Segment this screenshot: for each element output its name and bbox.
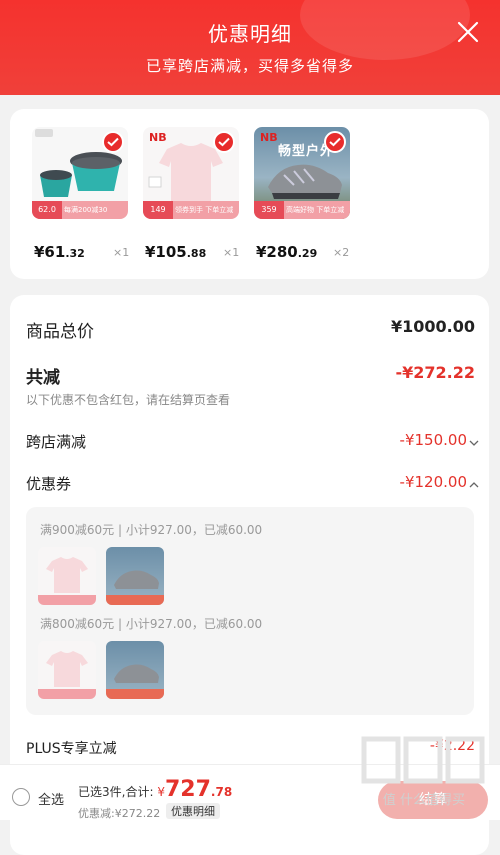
reduce-value: -¥272.22 — [395, 363, 475, 382]
cross-store-value[interactable]: -¥150.00 — [400, 431, 467, 449]
final-total-decimal: .78 — [210, 785, 233, 799]
product-price-1: ¥61.32 — [34, 243, 85, 261]
product-qty-3: ×2 — [333, 246, 350, 259]
details-button[interactable]: 优惠明细 — [166, 803, 220, 819]
product-thumb-tshirt[interactable]: NB 149 领券到手 下单立减 100元 — [143, 127, 239, 219]
coupon-value[interactable]: -¥120.00 — [400, 473, 467, 491]
select-all-radio[interactable] — [12, 788, 30, 806]
tag-price: 149 — [143, 201, 173, 219]
product-price-2: ¥105.88 — [145, 243, 207, 261]
product-qty-2: ×1 — [223, 246, 240, 259]
tag-text: 领券到手 下单立减 100元 — [175, 206, 234, 214]
details-sheet: 62.0 每满200减30 ¥61.32 ×1 NB 149 领券到手 下单立减… — [0, 95, 500, 855]
plus-label: PLUS专享立减 — [26, 741, 117, 757]
selected-count: 已选3件,合计: — [78, 785, 154, 799]
coupon-item-tshirt — [38, 547, 96, 605]
price-tag: 149 领券到手 下单立减 100元 — [143, 201, 239, 219]
coupon-rule-2: 满800减60元 | 小计927.00，已减60.00 — [40, 617, 263, 631]
coupon-item-tshirt — [38, 641, 96, 699]
product-thumb-shoe[interactable]: NB 畅型户外 359 高端好物 下单立减 100元 — [254, 127, 350, 219]
product-qty-1: ×1 — [113, 246, 130, 259]
header: 优惠明细 已享跨店满减，买得多省得多 — [0, 0, 500, 95]
selected-check-icon[interactable] — [213, 131, 235, 153]
svg-text:NB: NB — [260, 131, 278, 144]
page-title: 优惠明细 — [208, 22, 292, 46]
cross-store-label: 跨店满减 — [26, 433, 87, 451]
selected-check-icon[interactable] — [324, 131, 346, 153]
chevron-down-icon[interactable] — [469, 433, 479, 452]
close-icon[interactable] — [454, 18, 482, 46]
header-subtitle: 已享跨店满减，买得多省得多 — [145, 57, 354, 75]
product-card: 62.0 每满200减30 ¥61.32 ×1 NB 149 领券到手 下单立减… — [10, 109, 489, 279]
final-total: 727 — [164, 777, 211, 802]
total-label: 商品总价 — [26, 322, 94, 342]
coupon-label: 优惠券 — [26, 475, 72, 493]
coupon-item-shoe — [106, 547, 164, 605]
price-tag: 62.0 每满200减30 — [32, 201, 128, 219]
product-thumb-bowl[interactable]: 62.0 每满200减30 — [32, 127, 128, 219]
price-tag: 359 高端好物 下单立减 100元 — [254, 201, 350, 219]
coupon-item-shoe — [106, 641, 164, 699]
tag-text: 高端好物 下单立减 100元 — [286, 206, 345, 214]
total-summary: 已选3件,合计: ¥727.78 — [78, 777, 232, 802]
chevron-up-icon[interactable] — [469, 475, 479, 494]
selected-check-icon[interactable] — [102, 131, 124, 153]
discount-note: 以下优惠不包含红包，请在结算页查看 — [26, 393, 231, 407]
select-all-label[interactable]: 全选 — [38, 789, 64, 808]
checkout-button[interactable]: 结算 — [378, 781, 488, 819]
total-value: ¥1000.00 — [390, 317, 475, 336]
bottom-bar: 全选 已选3件,合计: ¥727.78 优惠减:¥272.22 优惠明细 结算 — [0, 764, 500, 820]
product-price-3: ¥280.29 — [256, 243, 318, 261]
tag-price: 62.0 — [32, 201, 62, 219]
tag-price: 359 — [254, 201, 284, 219]
plus-value: -¥2.22 — [429, 738, 475, 754]
coupon-rule-1: 满900减60元 | 小计927.00，已减60.00 — [40, 523, 263, 537]
tag-text: 每满200减30 — [64, 206, 108, 214]
coupon-detail-box: 满900减60元 | 小计927.00，已减60.00 满800减60元 | 小… — [26, 507, 474, 715]
svg-text:NB: NB — [149, 131, 167, 144]
reduce-label: 共减 — [26, 368, 60, 388]
total-prefix: ¥ — [157, 785, 165, 799]
